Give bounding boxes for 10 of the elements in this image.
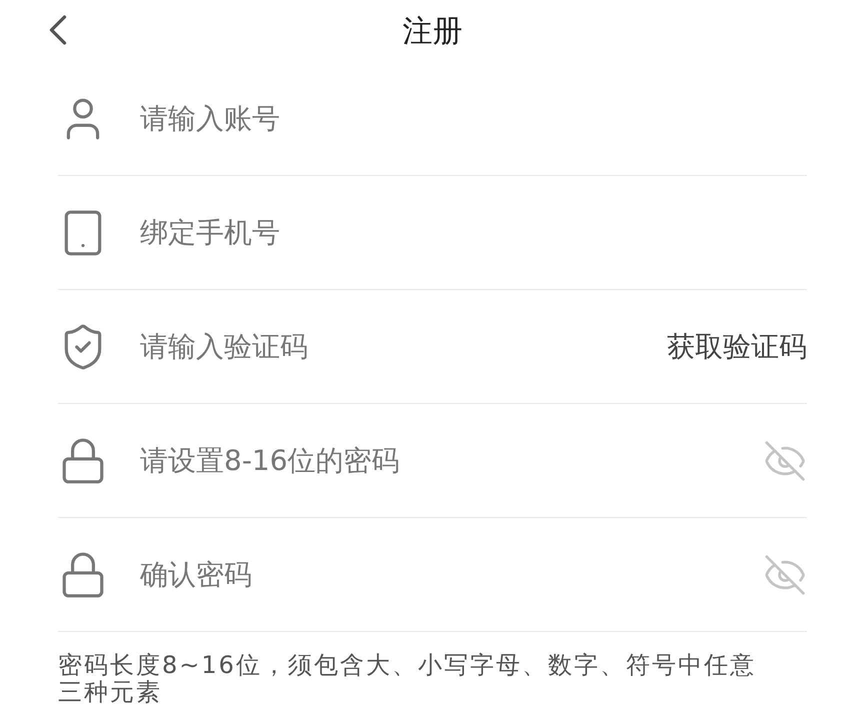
input-field[interactable]: 确认密码	[140, 554, 763, 596]
input-field[interactable]: 请输入账号	[140, 98, 807, 140]
page-title: 注册	[402, 12, 462, 50]
eye-off-icon[interactable]	[763, 552, 807, 596]
input-field[interactable]: 绑定手机号	[140, 212, 807, 254]
get-code-button[interactable]: 获取验证码	[667, 326, 807, 368]
input-field[interactable]: 请输入验证码	[140, 326, 667, 368]
input-field[interactable]: 请设置8-16位的密码	[140, 440, 763, 482]
eye-off-icon[interactable]	[763, 438, 807, 482]
password-hint: 密码长度8~16位，须包含大、小写字母、数字、符号中任意三种元素	[58, 652, 757, 706]
